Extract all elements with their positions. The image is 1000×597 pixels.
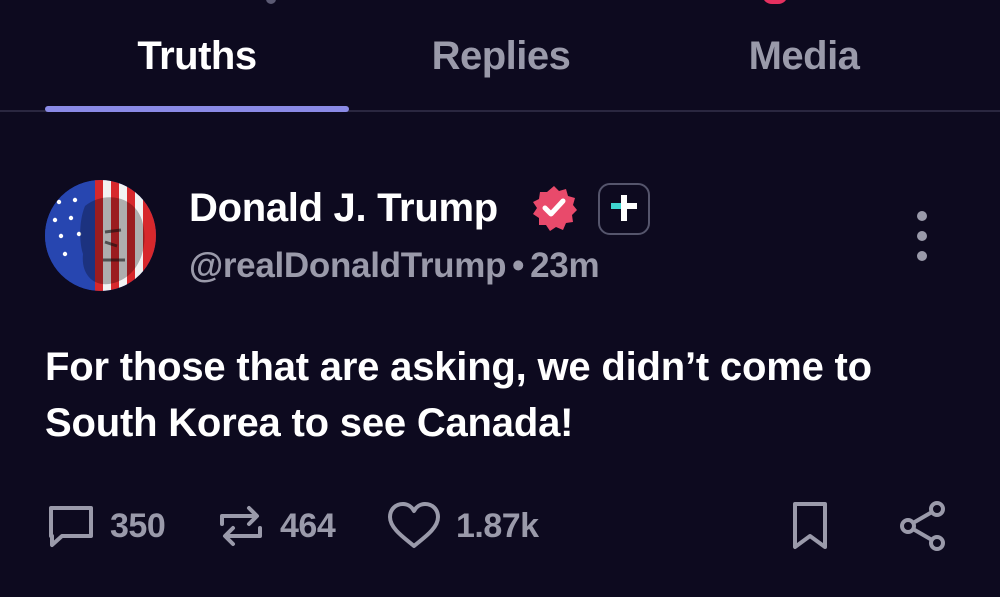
author-meta: @realDonaldTrump • 23m bbox=[189, 246, 600, 286]
like-count: 1.87k bbox=[456, 506, 539, 545]
more-options-button[interactable] bbox=[906, 208, 938, 264]
author-display-name[interactable]: Donald J. Trump bbox=[189, 186, 498, 231]
heart-icon bbox=[388, 502, 440, 548]
vertical-dots-icon bbox=[917, 211, 927, 261]
tab-truths[interactable]: Truths bbox=[45, 34, 349, 79]
share-button[interactable] bbox=[898, 500, 948, 552]
author-handle[interactable]: @realDonaldTrump bbox=[189, 246, 506, 285]
reply-button[interactable]: 350 bbox=[46, 500, 166, 552]
profile-tabs: Truths Replies Media bbox=[0, 0, 1000, 112]
speech-bubble-icon bbox=[49, 506, 93, 547]
verified-badge-icon bbox=[530, 184, 578, 232]
bookmark-icon bbox=[793, 502, 827, 549]
active-tab-indicator bbox=[45, 106, 349, 112]
avatar[interactable] bbox=[45, 180, 156, 291]
bookmark-button[interactable] bbox=[788, 500, 832, 552]
tab-media[interactable]: Media bbox=[652, 34, 956, 79]
retruth-button[interactable]: 464 bbox=[216, 500, 336, 552]
truth-plus-icon bbox=[598, 183, 650, 235]
post-body: For those that are asking, we didn’t com… bbox=[45, 345, 872, 445]
like-button[interactable]: 1.87k bbox=[386, 500, 539, 552]
repost-arrows-icon bbox=[220, 506, 262, 546]
post-timestamp[interactable]: 23m bbox=[530, 246, 599, 285]
meta-separator: • bbox=[512, 246, 525, 285]
tab-replies[interactable]: Replies bbox=[349, 34, 653, 79]
profile-page: Truths Replies Media Donald J. Trump @re… bbox=[0, 0, 1000, 597]
share-icon bbox=[900, 501, 945, 551]
retruth-count: 464 bbox=[280, 506, 336, 545]
reply-count: 350 bbox=[110, 506, 166, 545]
